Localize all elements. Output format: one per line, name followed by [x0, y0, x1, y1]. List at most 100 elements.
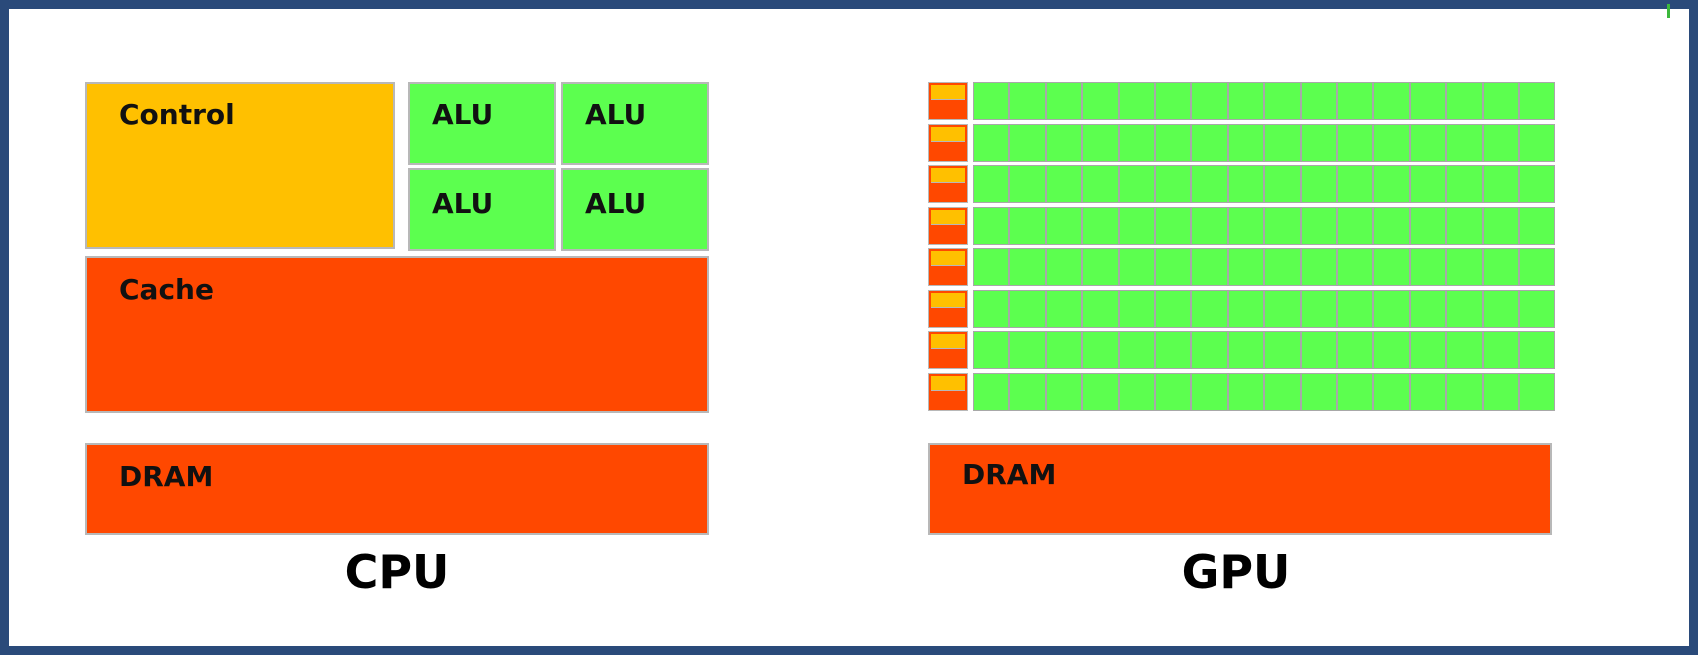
gpu-row-control-cache: [928, 373, 968, 411]
gpu-alu-cell: [1483, 290, 1519, 328]
gpu-alu-cell: [1337, 373, 1373, 411]
gpu-alu-cell: [1483, 165, 1519, 203]
gpu-alu-cell: [1191, 165, 1228, 203]
gpu-alu-cell: [1082, 165, 1119, 203]
cpu-alu-block: ALU: [561, 82, 709, 165]
gpu-alu-cell: [1337, 290, 1373, 328]
gpu-alu-cell: [1046, 290, 1082, 328]
gpu-row-control-cache: [928, 82, 968, 120]
gpu-alu-cell: [973, 165, 1009, 203]
gpu-alu-cell: [1264, 82, 1301, 120]
gpu-alu-cell: [1519, 82, 1555, 120]
gpu-alu-cell: [1373, 248, 1410, 286]
gpu-alu-cell: [1301, 373, 1337, 411]
gpu-alu-cell: [1301, 82, 1337, 120]
gpu-alu-cell: [1446, 82, 1483, 120]
gpu-row-control-cache: [928, 165, 968, 203]
gpu-alu-cell: [1519, 373, 1555, 411]
gpu-alu-cell: [1301, 124, 1337, 162]
gpu-alu-cell: [1410, 290, 1446, 328]
gpu-alu-cell: [1446, 207, 1483, 245]
gpu-row-control-cache: [928, 290, 968, 328]
gpu-alu-cell: [1155, 82, 1191, 120]
gpu-alu-cell: [973, 248, 1009, 286]
gpu-alu-cell: [1373, 82, 1410, 120]
gpu-alu-cell: [1337, 82, 1373, 120]
gpu-title: GPU: [1181, 545, 1291, 599]
gpu-alu-cell: [1264, 331, 1301, 369]
gpu-alu-cell: [1483, 331, 1519, 369]
gpu-alu-cell: [1191, 290, 1228, 328]
gpu-alu-cell: [1483, 82, 1519, 120]
gpu-alu-cell: [1446, 165, 1483, 203]
gpu-alu-cell: [1046, 82, 1082, 120]
gpu-alu-cell: [1228, 124, 1264, 162]
gpu-alu-cell: [1228, 82, 1264, 120]
gpu-alu-cell: [1082, 290, 1119, 328]
gpu-alu-cell: [1191, 373, 1228, 411]
gpu-alu-cell: [1009, 373, 1046, 411]
cpu-title: CPU: [344, 545, 450, 599]
gpu-alu-cell: [1301, 248, 1337, 286]
gpu-alu-cell: [1264, 124, 1301, 162]
gpu-alu-cell: [1410, 207, 1446, 245]
gpu-alu-cell: [1082, 331, 1119, 369]
gpu-alu-cell: [1082, 373, 1119, 411]
gpu-alu-cell: [1155, 331, 1191, 369]
gpu-alu-cell: [1410, 331, 1446, 369]
gpu-alu-cell: [1264, 248, 1301, 286]
gpu-alu-cell: [1082, 124, 1119, 162]
cpu-alu-block: ALU: [561, 168, 709, 251]
gpu-row-control: [931, 85, 965, 100]
gpu-alu-cell: [1373, 165, 1410, 203]
gpu-alu-cell: [1410, 165, 1446, 203]
gpu-row-control: [931, 293, 965, 308]
gpu-alu-cell: [1337, 207, 1373, 245]
gpu-alu-cell: [1373, 124, 1410, 162]
gpu-alu-cell: [1337, 124, 1373, 162]
gpu-alu-cell: [973, 82, 1009, 120]
gpu-alu-cell: [1301, 207, 1337, 245]
gpu-alu-cell: [1046, 331, 1082, 369]
gpu-alu-cell: [1264, 373, 1301, 411]
gpu-alu-cell: [1264, 165, 1301, 203]
cpu-alu-block: ALU: [408, 82, 556, 165]
gpu-alu-cell: [1119, 290, 1155, 328]
gpu-alu-cell: [1228, 248, 1264, 286]
gpu-alu-cell: [1228, 290, 1264, 328]
gpu-alu-cell: [1410, 373, 1446, 411]
gpu-alu-cell: [1483, 373, 1519, 411]
gpu-row-control: [931, 376, 965, 391]
gpu-alu-cell: [1228, 373, 1264, 411]
gpu-row-control: [931, 334, 965, 349]
gpu-alu-cell: [1410, 124, 1446, 162]
gpu-alu-cell: [1264, 290, 1301, 328]
gpu-alu-cell: [1119, 331, 1155, 369]
gpu-alu-cell: [1519, 248, 1555, 286]
gpu-row-control-cache: [928, 331, 968, 369]
gpu-alu-cell: [1519, 124, 1555, 162]
gpu-alu-cell: [973, 331, 1009, 369]
gpu-alu-cell: [1519, 290, 1555, 328]
gpu-alu-cell: [1191, 248, 1228, 286]
gpu-alu-cell: [1373, 207, 1410, 245]
gpu-alu-cell: [1119, 373, 1155, 411]
cpu-control-label: Control: [119, 98, 235, 131]
gpu-alu-cell: [1009, 165, 1046, 203]
cpu-control-block: Control: [85, 82, 395, 249]
gpu-alu-cell: [1046, 124, 1082, 162]
gpu-alu-cell: [1337, 165, 1373, 203]
gpu-alu-cell: [1301, 331, 1337, 369]
gpu-alu-cell: [1519, 165, 1555, 203]
gpu-alu-cell: [1191, 207, 1228, 245]
cpu-dram-block: DRAM: [85, 443, 709, 535]
gpu-alu-cell: [1155, 165, 1191, 203]
gpu-alu-cell: [1410, 248, 1446, 286]
gpu-alu-cell: [1446, 124, 1483, 162]
gpu-alu-cell: [1483, 124, 1519, 162]
gpu-alu-cell: [1373, 373, 1410, 411]
gpu-alu-cell: [1373, 331, 1410, 369]
gpu-alu-cell: [1046, 207, 1082, 245]
cpu-alu-label: ALU: [432, 98, 494, 131]
gpu-alu-cell: [1119, 248, 1155, 286]
